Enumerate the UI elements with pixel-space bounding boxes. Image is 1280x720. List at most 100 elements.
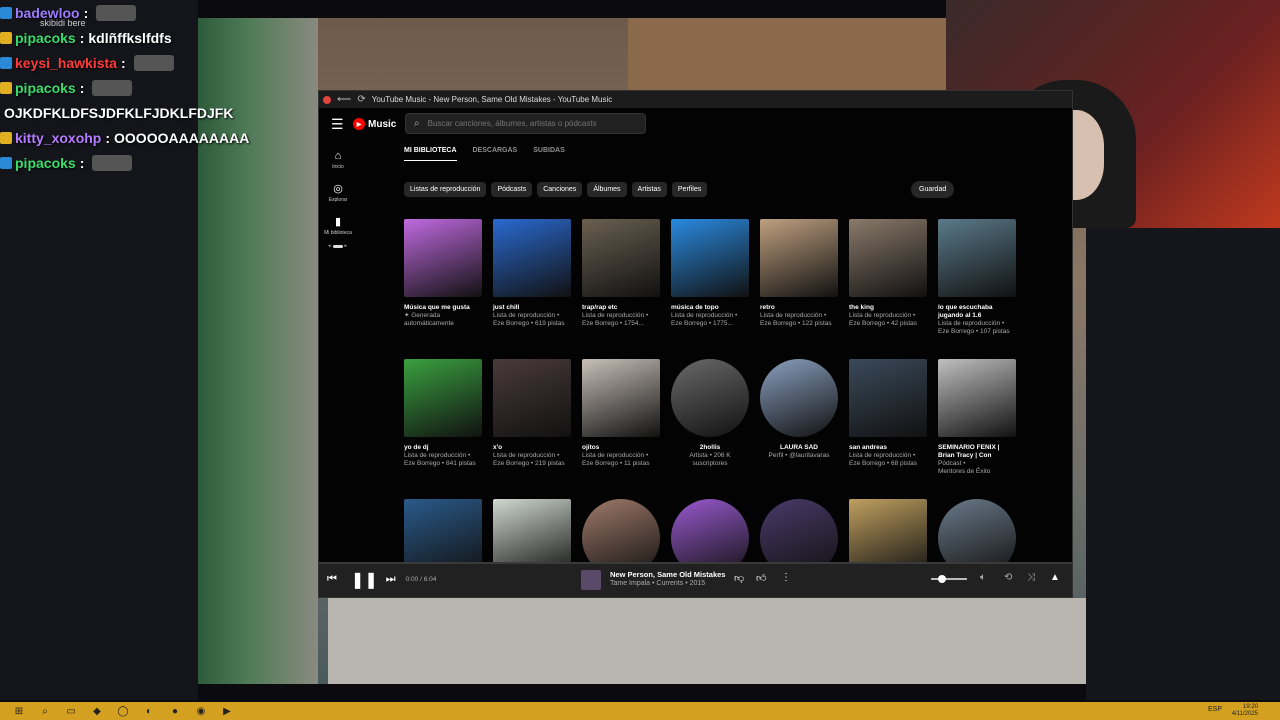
card-thumbnail[interactable]	[760, 359, 838, 437]
search-icon[interactable]: ⌕	[414, 118, 420, 129]
song-subtitle[interactable]: Tame Impala • Currents • 2015	[610, 580, 705, 587]
library-card[interactable]: retro Lista de reproducción • Eze Borrego …	[760, 219, 838, 359]
youtube-music-taskbar-icon[interactable]: ▶	[220, 705, 234, 717]
menu-icon[interactable]: ☰	[331, 116, 351, 133]
card-thumbnail[interactable]	[493, 359, 571, 437]
volume-icon[interactable]: 🔈︎	[980, 572, 986, 583]
card-thumbnail[interactable]	[938, 359, 1016, 437]
library-card[interactable]: lo que escuchaba jugando al 1.6 Lista de …	[938, 219, 1016, 359]
card-title[interactable]: san andreas	[849, 444, 927, 452]
song-title[interactable]: New Person, Same Old Mistakes	[610, 570, 725, 579]
chat-username[interactable]: kitty_xoxohp	[15, 130, 101, 146]
chat-username[interactable]: pipacoks	[15, 155, 76, 171]
dislike-icon[interactable]: 👎︎	[734, 572, 744, 584]
app-icon[interactable]: ◐	[142, 705, 156, 717]
system-clock[interactable]: 19:20 4/11/2025	[1232, 704, 1258, 718]
opera-icon[interactable]: ◯	[116, 705, 130, 717]
card-title[interactable]: lo que escuchaba jugando al 1.6	[938, 304, 1016, 320]
chip-artistas[interactable]: Artistas	[631, 182, 667, 197]
next-icon[interactable]: ⏭	[386, 573, 396, 586]
card-thumbnail[interactable]	[849, 219, 927, 297]
card-thumbnail[interactable]	[760, 219, 838, 297]
card-thumbnail[interactable]	[493, 219, 571, 297]
card-thumbnail[interactable]	[671, 359, 749, 437]
library-card[interactable]: yo de dj Lista de reproducción • Eze Borre…	[404, 359, 482, 499]
volume-slider[interactable]	[931, 575, 967, 583]
tab-descargas[interactable]: DESCARGAS	[473, 147, 518, 161]
reload-icon[interactable]: ⟳	[357, 94, 365, 105]
chip-canciones[interactable]: Canciones	[537, 182, 583, 197]
chip-podcasts[interactable]: Pódcasts	[491, 182, 533, 197]
card-thumbnail[interactable]	[938, 219, 1016, 297]
library-card[interactable]: ojitos Lista de reproducción • Eze Borrego…	[582, 359, 660, 499]
progress-bar[interactable]	[319, 562, 1072, 564]
library-card[interactable]: Música que me gusta ✦ Generada automáticam…	[404, 219, 482, 359]
card-thumbnail[interactable]	[404, 359, 482, 437]
card-thumbnail[interactable]	[849, 359, 927, 437]
card-title[interactable]: the king	[849, 304, 927, 312]
library-card[interactable]: 2hollis Artista • 206 Ksuscriptores	[671, 359, 749, 499]
tab-subidas[interactable]: SUBIDAS	[533, 147, 565, 161]
card-title[interactable]: retro	[760, 304, 838, 312]
chip-listas[interactable]: Listas de reproducción	[404, 182, 487, 197]
sidebar-item-explorar[interactable]: ◎ Explorar	[319, 176, 357, 209]
search-input[interactable]	[427, 119, 628, 128]
chat-username[interactable]: keysi_hawkista	[15, 55, 117, 71]
card-title[interactable]: ojitos	[582, 444, 660, 452]
card-title[interactable]: música de topo	[671, 304, 749, 312]
library-card[interactable]: trap/rap etc Lista de reproducción • Eze B…	[582, 219, 660, 359]
chip-albumes[interactable]: Álbumes	[587, 182, 627, 197]
search-taskbar-icon[interactable]: ⌕	[38, 705, 52, 717]
card-title[interactable]: yo de dj	[404, 444, 482, 452]
sidebar-scroll[interactable]: ◂ ▸	[328, 243, 348, 249]
sidebar-item-biblioteca[interactable]: ▮ Mi biblioteca	[319, 209, 357, 242]
chip-perfiles[interactable]: Perfiles	[671, 182, 708, 197]
tray-lang[interactable]: ESP	[1208, 706, 1222, 713]
card-title[interactable]: x'o	[493, 444, 571, 452]
card-title[interactable]: trap/rap etc	[582, 304, 660, 312]
card-title[interactable]: 2hollis	[671, 444, 749, 452]
discord-icon[interactable]: ◉	[194, 705, 208, 717]
chat-note: skibidi bere	[40, 18, 86, 28]
file-explorer-icon[interactable]: ▭	[64, 705, 78, 717]
chat-username[interactable]: pipacoks	[15, 80, 76, 96]
card-title[interactable]: LAURA SAD	[760, 444, 838, 452]
sidebar-item-inicio[interactable]: ⌂ Inicio	[319, 143, 357, 176]
close-window-button[interactable]	[323, 95, 331, 104]
card-thumbnail[interactable]	[582, 359, 660, 437]
youtube-music-logo[interactable]: ▶ Music	[353, 118, 396, 130]
obs-icon[interactable]: ●	[168, 705, 182, 717]
tab-mi-biblioteca[interactable]: MI BIBLIOTECA	[404, 147, 457, 161]
brave-icon[interactable]: ◆	[90, 705, 104, 717]
pause-icon[interactable]: ❚❚	[351, 570, 378, 590]
card-title[interactable]: Música que me gusta	[404, 304, 482, 312]
library-card[interactable]: the king Lista de reproducción • Eze Borre…	[849, 219, 927, 359]
sidebar: ⌂ Inicio ◎ Explorar ▮ Mi biblioteca ◂ ▸	[319, 143, 357, 250]
card-title[interactable]: just chill	[493, 304, 571, 312]
back-arrow-icon[interactable]: ⟵	[337, 94, 351, 105]
card-thumbnail[interactable]	[404, 219, 482, 297]
stream-screen: badewloo: pipacoks: kdlñffkslfdfs keysi_haw…	[0, 0, 1280, 720]
chat-username[interactable]: pipacoks	[15, 30, 76, 46]
card-thumbnail[interactable]	[671, 219, 749, 297]
card-thumbnail[interactable]	[582, 219, 660, 297]
library-card[interactable]: LAURA SAD Perfil • @lauritavaras	[760, 359, 838, 499]
library-card[interactable]: SEMINARIO FENIX | Brian Tracy | Con Pódca…	[938, 359, 1016, 499]
like-icon[interactable]: 👍︎	[756, 572, 766, 584]
windows-start-icon[interactable]: ⊞	[12, 705, 26, 717]
expand-icon[interactable]: ▲	[1050, 572, 1060, 583]
library-card[interactable]: x'o Lista de reproducción • Eze Borrego • …	[493, 359, 571, 499]
chat-line: keysi_hawkista:	[0, 50, 260, 75]
library-card[interactable]: just chill Lista de reproducción • Eze Bor…	[493, 219, 571, 359]
song-cover[interactable]	[581, 570, 601, 590]
library-card[interactable]: san andreas Lista de reproducción • Eze Bo…	[849, 359, 927, 499]
library-card[interactable]: música de topo Lista de reproducción • Eze…	[671, 219, 749, 359]
search-box[interactable]: ⌕	[405, 113, 646, 134]
play-logo-icon: ▶	[353, 118, 365, 130]
more-options-icon[interactable]: ⋮	[781, 572, 791, 583]
repeat-icon[interactable]: ⟲	[1004, 572, 1012, 583]
sort-dropdown[interactable]: Guardad	[911, 181, 955, 198]
previous-icon[interactable]: ⏮	[327, 573, 337, 586]
card-title[interactable]: SEMINARIO FENIX | Brian Tracy | Con	[938, 444, 1016, 460]
shuffle-icon[interactable]: ⤨	[1027, 572, 1035, 583]
